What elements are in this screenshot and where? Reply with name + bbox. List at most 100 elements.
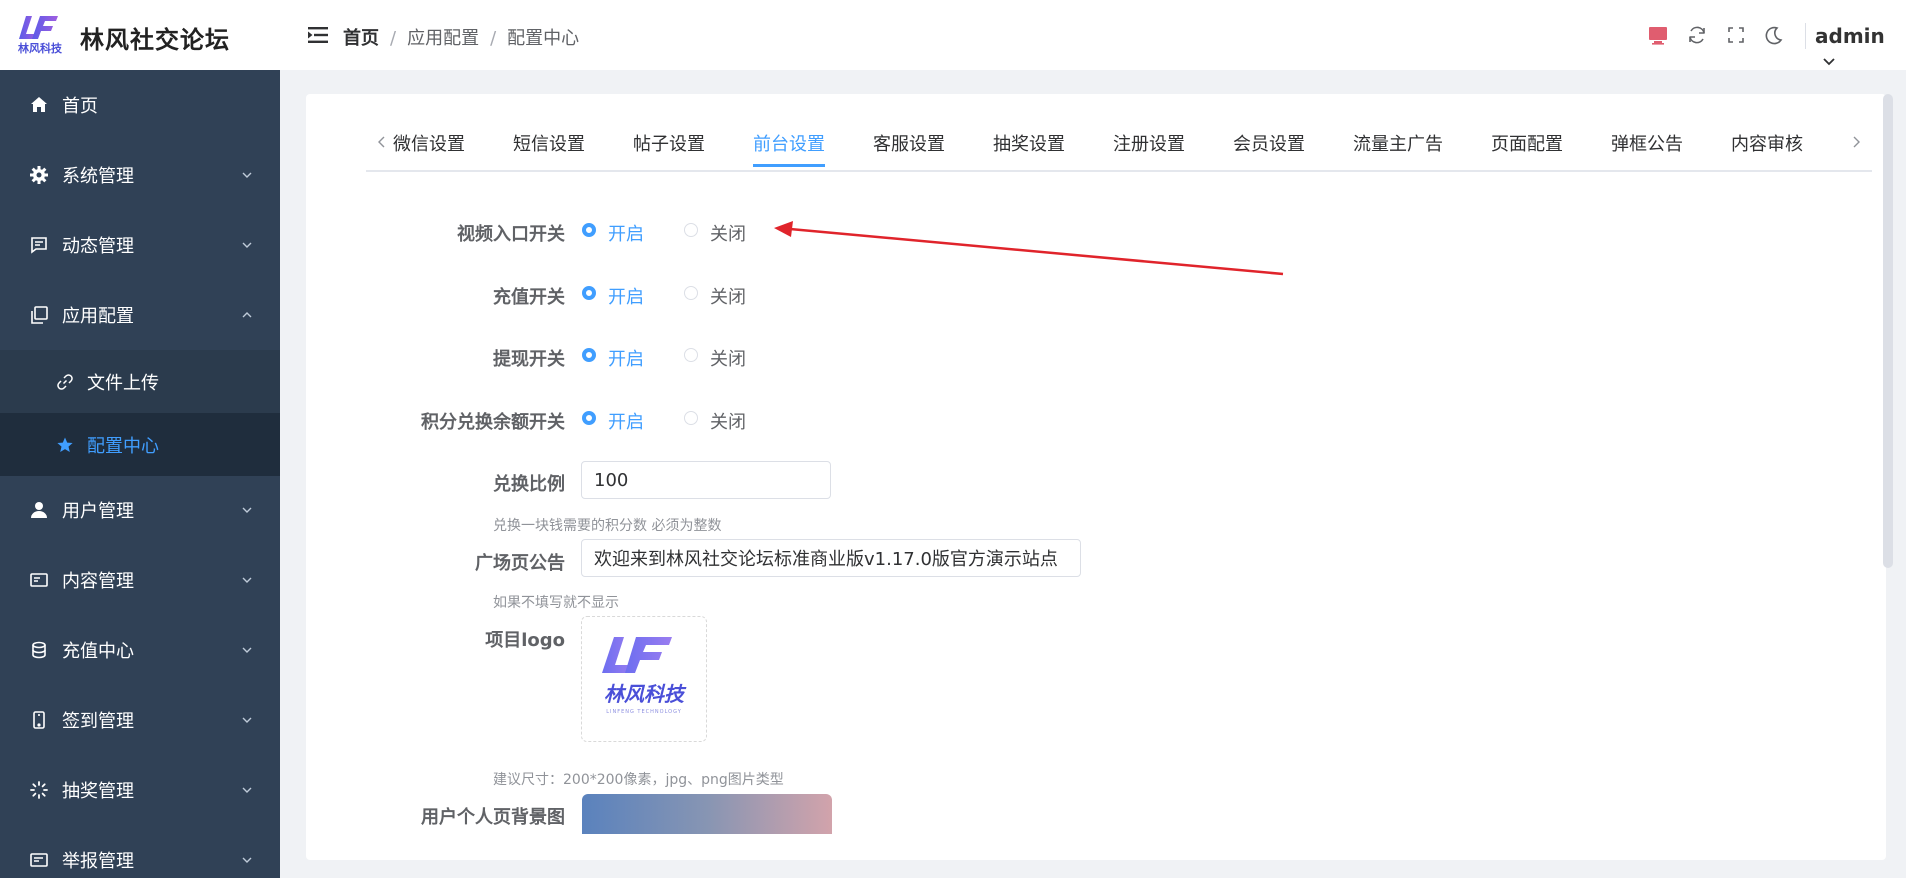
sidebar: 首页 系统管理 动态管理 应用配置 文件上传 配置中心 用户管理 内容管理 充值…	[0, 70, 280, 878]
square-notice-hint: 如果不填写就不显示	[493, 595, 619, 611]
sidebar-item-label: 系统管理	[62, 166, 134, 187]
tab-customer-service[interactable]: 客服设置	[873, 130, 945, 156]
sidebar-subitem-file-upload[interactable]: 文件上传	[0, 350, 280, 413]
user-bg-preview[interactable]	[582, 794, 832, 834]
brand[interactable]: 林风科技 林风社交论坛	[0, 0, 280, 70]
svg-text:LINFENG TECHNOLOGY: LINFENG TECHNOLOGY	[606, 709, 682, 715]
user-menu[interactable]: admin	[1815, 24, 1906, 72]
sidebar-item-home[interactable]: 首页	[0, 70, 280, 140]
screen-icon[interactable]	[1647, 24, 1669, 46]
sidebar-item-report[interactable]: 举报管理	[0, 825, 280, 878]
sidebar-item-label: 签到管理	[62, 711, 134, 732]
sidebar-item-system[interactable]: 系统管理	[0, 140, 280, 210]
sidebar-item-label: 应用配置	[62, 306, 134, 327]
chevron-down-icon	[242, 857, 252, 863]
sidebar-item-label: 抽奖管理	[62, 781, 134, 802]
radio-points-off[interactable]: 关闭	[684, 408, 754, 433]
breadcrumb-config-center: 配置中心	[507, 28, 580, 49]
home-icon	[31, 97, 47, 112]
app-title: 林风社交论坛	[80, 26, 230, 54]
tab-prev-icon[interactable]	[374, 134, 390, 150]
sidebar-item-app-config[interactable]: 应用配置	[0, 280, 280, 350]
chevron-down-icon	[242, 717, 252, 723]
report-icon	[30, 853, 48, 867]
menu-fold-icon[interactable]	[308, 26, 328, 44]
label-recharge: 充值开关	[493, 287, 565, 308]
logo-icon: 林风科技	[18, 16, 63, 54]
radio-dot	[684, 348, 698, 362]
coins-icon	[32, 641, 46, 659]
square-notice-input[interactable]	[581, 539, 1081, 577]
tab-page-config[interactable]: 页面配置	[1491, 130, 1563, 156]
radio-points-on[interactable]: 开启	[582, 408, 652, 433]
radio-video-on[interactable]: 开启	[582, 220, 652, 245]
tab-membership[interactable]: 会员设置	[1233, 130, 1305, 156]
label-withdraw: 提现开关	[493, 349, 565, 370]
phone-icon	[33, 711, 45, 729]
chevron-up-icon	[242, 312, 252, 318]
tab-wechat[interactable]: 微信设置	[393, 130, 465, 156]
sidebar-item-lottery[interactable]: 抽奖管理	[0, 755, 280, 825]
radio-recharge-off[interactable]: 关闭	[684, 283, 754, 308]
fullscreen-icon[interactable]	[1725, 24, 1747, 46]
logo-uploader[interactable]: 林风科技 LINFENG TECHNOLOGY	[581, 616, 707, 742]
exchange-ratio-hint: 兑换一块钱需要的积分数 必须为整数	[493, 518, 722, 534]
tab-popup-notice[interactable]: 弹框公告	[1611, 130, 1683, 156]
username: admin	[1815, 24, 1885, 48]
vertical-scrollbar[interactable]	[1883, 94, 1893, 568]
sidebar-item-label: 举报管理	[62, 851, 134, 872]
chevron-down-icon	[242, 242, 252, 248]
chevron-down-icon	[242, 787, 252, 793]
label-square-notice: 广场页公告	[475, 553, 565, 574]
tab-lottery[interactable]: 抽奖设置	[993, 130, 1065, 156]
sidebar-item-users[interactable]: 用户管理	[0, 475, 280, 545]
sidebar-item-recharge[interactable]: 充值中心	[0, 615, 280, 685]
tab-sms[interactable]: 短信设置	[513, 130, 585, 156]
sidebar-item-checkin[interactable]: 签到管理	[0, 685, 280, 755]
sidebar-item-label: 动态管理	[62, 236, 134, 257]
card-icon	[30, 573, 48, 587]
tab-posts[interactable]: 帖子设置	[633, 130, 705, 156]
radio-dot	[684, 411, 698, 425]
message-icon	[31, 237, 47, 254]
tab-traffic-ads[interactable]: 流量主广告	[1353, 130, 1443, 156]
chevron-down-icon	[242, 507, 252, 513]
star-icon	[57, 437, 73, 452]
sidebar-item-label: 内容管理	[62, 571, 134, 592]
radio-dot	[582, 348, 596, 362]
config-tabs: 微信设置 短信设置 帖子设置 前台设置 客服设置 抽奖设置 注册设置 会员设置 …	[366, 122, 1872, 172]
label-exchange-ratio: 兑换比例	[493, 474, 565, 495]
chevron-down-icon	[1823, 57, 1835, 65]
tab-content-review[interactable]: 内容审核	[1731, 130, 1803, 156]
breadcrumb: 首页 / 应用配置 / 配置中心	[343, 28, 580, 49]
tab-next-icon[interactable]	[1848, 134, 1864, 150]
radio-video-off[interactable]: 关闭	[684, 220, 754, 245]
sidebar-item-label: 首页	[62, 96, 98, 117]
sidebar-item-content[interactable]: 内容管理	[0, 545, 280, 615]
svg-text:林风科技: 林风科技	[604, 682, 687, 706]
sidebar-item-dynamic[interactable]: 动态管理	[0, 210, 280, 280]
radio-dot	[582, 223, 596, 237]
radio-withdraw-off[interactable]: 关闭	[684, 345, 754, 370]
radio-dot	[684, 286, 698, 300]
logo-preview-image: 林风科技 LINFENG TECHNOLOGY	[602, 637, 687, 715]
tab-register[interactable]: 注册设置	[1113, 130, 1185, 156]
exchange-ratio-input[interactable]	[581, 461, 831, 499]
radio-recharge-on[interactable]: 开启	[582, 283, 652, 308]
breadcrumb-app-config[interactable]: 应用配置	[407, 28, 479, 49]
header-divider	[1805, 23, 1806, 49]
sidebar-subitem-config-center[interactable]: 配置中心	[0, 413, 280, 476]
svg-text:林风科技: 林风科技	[18, 41, 63, 54]
label-video-entry: 视频入口开关	[457, 224, 565, 245]
sidebar-subitem-label: 文件上传	[87, 372, 159, 394]
breadcrumb-home[interactable]: 首页	[343, 28, 379, 49]
moon-icon[interactable]	[1763, 24, 1785, 46]
sidebar-item-label: 充值中心	[62, 641, 134, 662]
tab-frontend[interactable]: 前台设置	[753, 130, 825, 156]
chevron-down-icon	[242, 577, 252, 583]
refresh-icon[interactable]	[1686, 24, 1708, 46]
chevron-down-icon	[242, 647, 252, 653]
label-points-exchange: 积分兑换余额开关	[421, 412, 565, 433]
top-header: 林风科技 林风社交论坛 首页 / 应用配置 / 配置中心 admin	[0, 0, 1906, 70]
radio-withdraw-on[interactable]: 开启	[582, 345, 652, 370]
